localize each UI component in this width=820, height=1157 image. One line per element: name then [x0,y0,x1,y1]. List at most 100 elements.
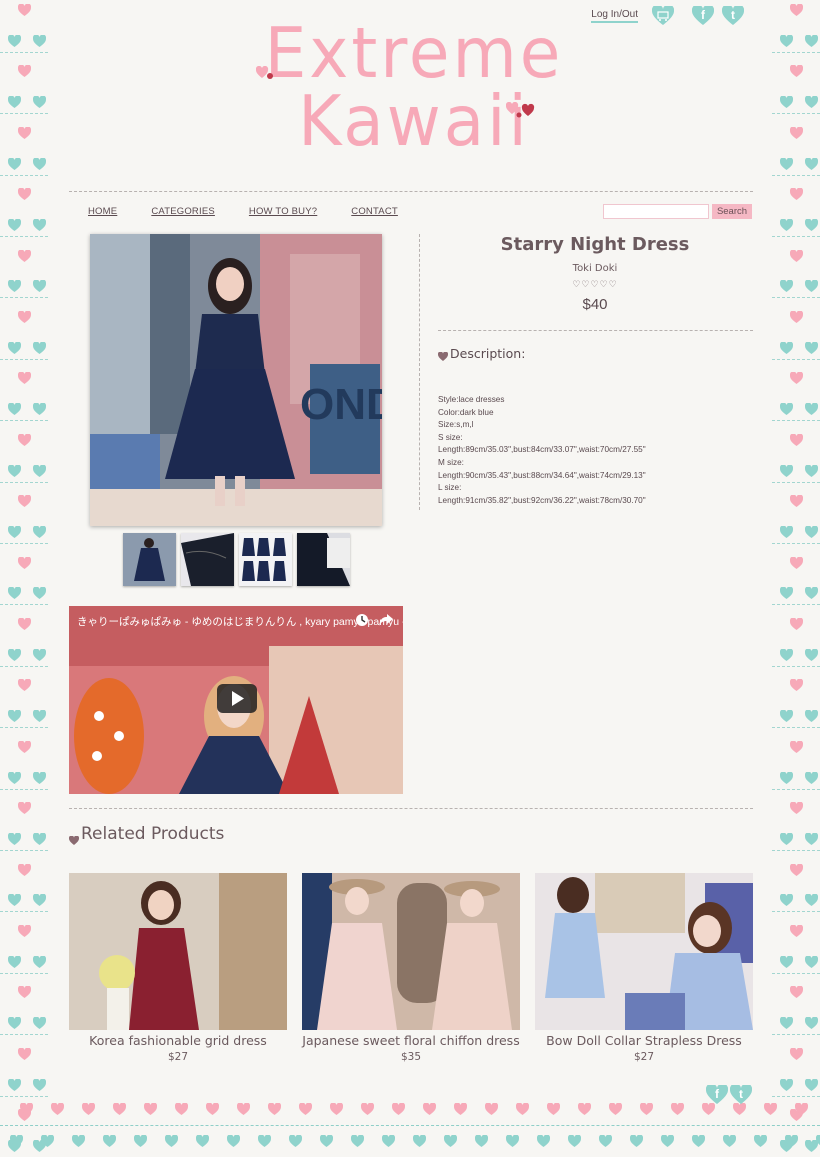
login-link[interactable]: Log In/Out [591,9,638,23]
related-product-name[interactable]: Bow Doll Collar Strapless Dress [535,1033,753,1048]
border-heart-icon [790,311,803,323]
header-divider [69,191,753,192]
border-heart-icon [780,1017,793,1030]
border-heart-icon [413,1135,426,1147]
main-nav: HOME CATEGORIES HOW TO BUY? CONTACT [88,206,398,217]
border-heart-icon [790,802,803,815]
border-heart-icon [8,1078,21,1091]
border-heart-icon [578,1103,591,1115]
border-heart-icon [33,894,46,907]
description-line: S size: [438,432,463,442]
logo-hearts-decoration [256,66,273,79]
border-heart-icon [537,1135,550,1147]
related-product-image[interactable] [535,873,753,1030]
border-heart-icon [790,618,803,630]
description-divider [438,330,753,331]
border-heart-icon [8,587,21,600]
border-heart-icon [144,1103,157,1115]
nav-contact[interactable]: CONTACT [351,206,398,217]
description-line: Size:s,m,l [438,420,474,430]
description-line: L size: [438,483,462,493]
related-product-price: $27 [167,1051,189,1063]
border-heart-icon [18,556,31,569]
border-heart-icon [780,648,793,661]
thumbnail-2[interactable] [181,533,234,586]
footer-facebook-icon[interactable]: f [705,1083,729,1105]
bottom-heart-border [0,1097,820,1157]
border-heart-icon [8,648,21,661]
cart-icon[interactable] [651,4,675,26]
border-heart-icon [8,464,21,477]
border-heart-icon [18,679,31,692]
facebook-icon[interactable]: f [691,4,715,26]
border-heart-icon [33,587,46,600]
border-heart-icon [790,433,803,446]
heart-bullet-icon [68,830,80,845]
thumbnail-3[interactable] [239,533,292,586]
related-product-image[interactable] [302,873,520,1030]
border-heart-icon [805,648,818,661]
border-heart-icon [165,1135,178,1147]
nav-categories[interactable]: CATEGORIES [151,206,215,217]
border-heart-icon [18,802,31,815]
border-heart-icon [18,495,31,508]
border-heart-icon [8,1017,21,1030]
share-icon[interactable] [379,614,393,626]
related-product-name[interactable]: Japanese sweet floral chiffon dress [302,1033,520,1048]
logo-hearts-decoration-2 [506,102,535,118]
related-product-card[interactable]: Japanese sweet floral chiffon dress $35 [302,873,520,1063]
product-title: Starry Night Dress [500,234,690,255]
border-heart-icon [780,525,793,538]
watch-later-icon[interactable] [355,613,369,627]
border-heart-icon [18,126,31,139]
tumblr-icon[interactable]: t [721,4,745,26]
border-heart-icon [18,1047,31,1060]
thumbnail-1[interactable] [123,533,176,586]
border-heart-icon [805,771,818,784]
border-heart-icon [790,249,803,262]
border-heart-icon [18,249,31,262]
related-product-image[interactable] [69,873,287,1030]
nav-home[interactable]: HOME [88,206,117,217]
thumbnail-4[interactable] [297,533,350,586]
border-heart-icon [382,1135,395,1147]
product-brand: Toki Doki [572,263,618,274]
border-heart-icon [780,587,793,600]
embedded-video[interactable]: きゃりーぱみゅぱみゅ - ゆめのはじまりんりん , kyary pamyu pa… [69,606,403,794]
search-input[interactable] [603,204,709,219]
rating-hearts[interactable]: ♡♡♡♡♡ [448,280,742,290]
border-heart-icon [33,1078,46,1091]
border-heart-icon [33,955,46,968]
footer-tumblr-icon[interactable]: t [729,1083,753,1105]
border-heart-icon [41,1135,54,1147]
border-heart-icon [18,740,31,753]
border-heart-icon [33,525,46,538]
border-heart-icon [805,280,818,293]
border-heart-icon [33,96,46,109]
related-product-card[interactable]: Bow Doll Collar Strapless Dress $27 [535,873,753,1063]
product-main-image[interactable]: OND [90,234,382,526]
border-heart-icon [764,1103,777,1115]
border-heart-icon [51,1103,64,1115]
border-heart-icon [237,1103,250,1115]
nav-how-to-buy[interactable]: HOW TO BUY? [249,206,317,217]
border-heart-icon [10,1135,23,1147]
border-heart-icon [816,1135,820,1147]
border-heart-icon [8,34,21,47]
border-heart-icon [805,464,818,477]
border-heart-icon [790,126,803,139]
border-heart-icon [506,1135,519,1147]
description-body: Style:lace dresses Color:dark blue Size:… [438,394,758,507]
border-heart-icon [299,1103,312,1115]
border-heart-icon [630,1135,643,1147]
border-heart-icon [8,525,21,538]
border-heart-icon [790,679,803,692]
border-heart-icon [692,1135,705,1147]
site-logo[interactable]: Extreme Kawaii [244,19,584,167]
heart-bullet-icon [437,349,449,361]
related-product-card[interactable]: Korea fashionable grid dress $27 [69,873,287,1063]
search-button[interactable]: Search [712,204,752,219]
description-line: Color:dark blue [438,407,494,417]
related-product-name[interactable]: Korea fashionable grid dress [69,1033,287,1048]
border-heart-icon [805,587,818,600]
